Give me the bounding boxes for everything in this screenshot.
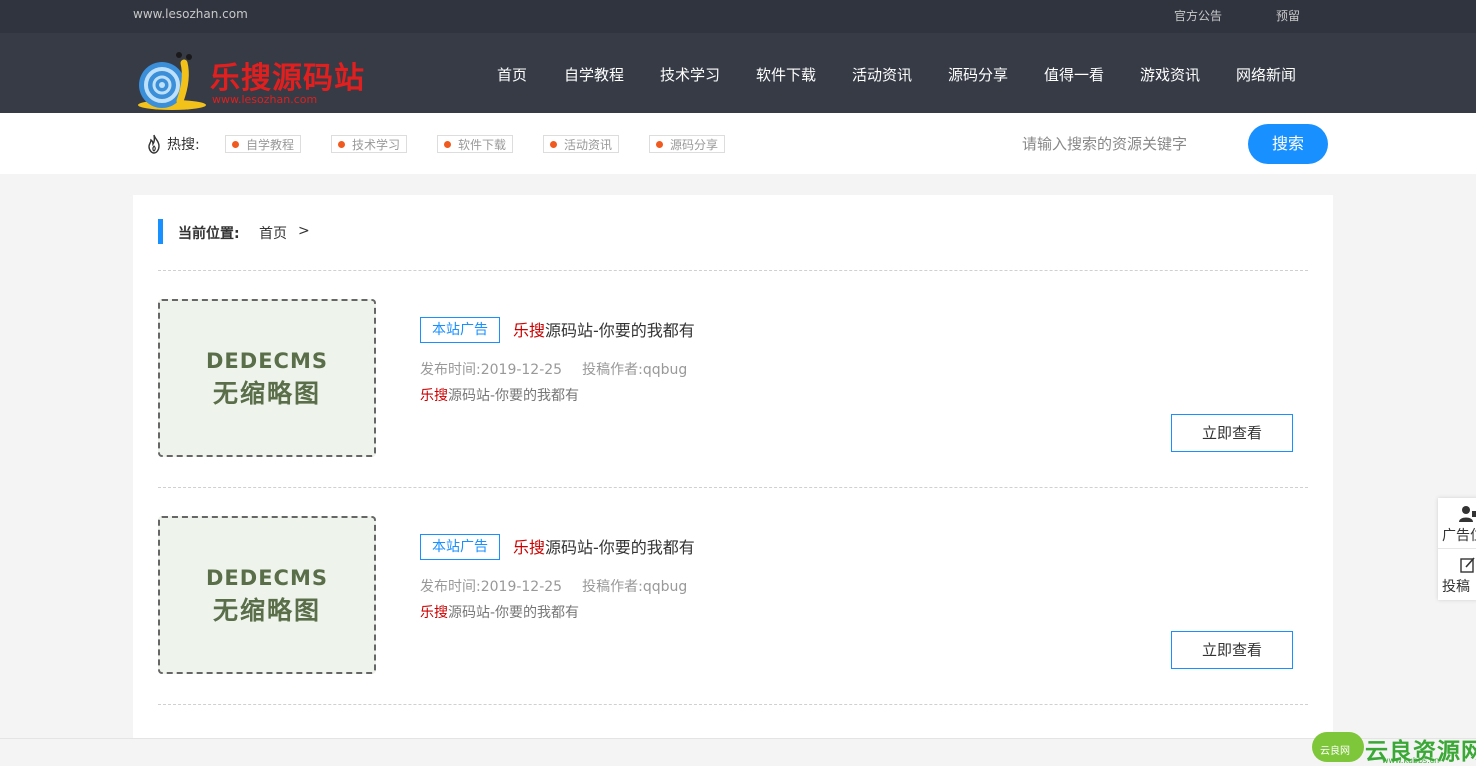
article-title-rest: 源码站-你要的我都有 [545,321,695,340]
breadcrumb-separator: > [298,223,310,239]
edit-icon [1460,557,1475,573]
search-input[interactable] [1020,128,1234,160]
tag-dot-icon [232,141,239,148]
article-description: 乐搜源码站-你要的我都有 [420,385,579,405]
thumbnail-line2: 无缩略图 [212,379,321,408]
floating-side-panel: 广告位 投稿 [1438,498,1476,600]
topbar-link-reserved[interactable]: 预留 [1276,7,1300,24]
search-button[interactable]: 搜索 [1248,124,1328,164]
hot-tag-label: 软件下载 [458,138,507,152]
article-description: 乐搜源码站-你要的我都有 [420,602,579,622]
breadcrumb-accent [158,219,163,244]
article-meta: 发布时间:2019-12-25 投稿作者:qqbug [420,359,687,379]
hot-search-label: 热搜: [167,137,200,153]
desc-rest: 源码站-你要的我都有 [448,605,580,621]
article-title[interactable]: 乐搜源码站-你要的我都有 [513,317,695,341]
hot-tag[interactable]: 技术学习 [331,135,407,153]
author-name: qqbug [642,362,688,378]
hot-tag-label: 源码分享 [670,138,719,152]
bottom-strip [0,738,1476,765]
snail-logo-icon [138,52,206,110]
view-now-button[interactable]: 立即查看 [1171,631,1293,669]
article-title-rest: 源码站-你要的我都有 [545,538,695,557]
header: 乐搜源码站 www.lesozhan.com 首页 自学教程 技术学习 软件下载… [0,33,1476,113]
article-title-red: 乐搜 [513,538,546,557]
author-name: qqbug [642,579,688,595]
hot-tag[interactable]: 软件下载 [437,135,513,153]
nav-item-source[interactable]: 源码分享 [948,64,1008,85]
float-submit-button[interactable]: 投稿 [1438,549,1476,599]
article-item: DEDECMS 无缩略图 本站广告 乐搜源码站-你要的我都有 发布时间:2019… [133,270,1333,487]
hot-tag[interactable]: 自学教程 [225,135,301,153]
hot-search-bar: 热搜: 自学教程 技术学习 软件下载 活动资讯 源码分享 搜索 [0,113,1476,174]
thumbnail-line1: DEDECMS [206,566,328,590]
top-bar: www.lesozhan.com 官方公告 预留 [0,0,1476,33]
logo-subtext: www.lesozhan.com [212,93,318,106]
desc-red: 乐搜 [420,605,448,621]
publish-label: 发布时间: [420,362,481,378]
article-thumbnail[interactable]: DEDECMS 无缩略图 [158,516,376,674]
site-url[interactable]: www.lesozhan.com [133,7,248,21]
float-submit-label: 投稿 [1442,579,1470,595]
nav-item-news[interactable]: 网络新闻 [1236,64,1296,85]
watermark-small-text: 云良网 [1320,746,1350,757]
author-label: 投稿作者: [582,579,643,595]
publish-date: 2019-12-25 [480,579,563,595]
divider [158,704,1308,705]
hot-tag[interactable]: 源码分享 [649,135,725,153]
desc-red: 乐搜 [420,388,448,404]
float-ad-button[interactable]: 广告位 [1438,498,1476,548]
author-label: 投稿作者: [582,362,643,378]
article-item: DEDECMS 无缩略图 本站广告 乐搜源码站-你要的我都有 发布时间:2019… [133,487,1333,704]
tag-dot-icon [338,141,345,148]
tag-dot-icon [656,141,663,148]
article-title-red: 乐搜 [513,321,546,340]
nav-item-games[interactable]: 游戏资讯 [1140,64,1200,85]
breadcrumb-home-link[interactable]: 首页 [259,223,287,243]
tag-dot-icon [550,141,557,148]
fire-icon [148,134,160,154]
main-content: 当前位置: 首页 > DEDECMS 无缩略图 本站广告 乐搜源码站-你要的我都… [133,195,1333,738]
hot-tag[interactable]: 活动资讯 [543,135,619,153]
tag-dot-icon [444,141,451,148]
thumbnail-line2: 无缩略图 [212,596,321,625]
nav-item-software[interactable]: 软件下载 [756,64,816,85]
hot-tag-label: 自学教程 [246,138,295,152]
ad-badge: 本站广告 [420,534,500,560]
hot-tag-label: 活动资讯 [564,138,613,152]
breadcrumb-label: 当前位置: [178,226,240,242]
publish-date: 2019-12-25 [480,362,563,378]
nav-item-tech[interactable]: 技术学习 [660,64,720,85]
nav-item-worth[interactable]: 值得一看 [1044,64,1104,85]
topbar-link-announcement[interactable]: 官方公告 [1174,7,1222,24]
thumbnail-line1: DEDECMS [206,349,328,373]
watermark: 云良网 云良资源网 www.kubbs.cn [1312,730,1476,765]
nav-item-tutorials[interactable]: 自学教程 [564,64,624,85]
logo-text: 乐搜源码站 [210,61,365,96]
article-thumbnail[interactable]: DEDECMS 无缩略图 [158,299,376,457]
view-now-button[interactable]: 立即查看 [1171,414,1293,452]
hot-tag-label: 技术学习 [352,138,401,152]
article-title[interactable]: 乐搜源码站-你要的我都有 [513,534,695,558]
user-icon [1459,506,1476,522]
nav-item-home[interactable]: 首页 [497,64,527,85]
article-meta: 发布时间:2019-12-25 投稿作者:qqbug [420,576,687,596]
nav-item-events[interactable]: 活动资讯 [852,64,912,85]
ad-badge: 本站广告 [420,317,500,343]
publish-label: 发布时间: [420,579,481,595]
desc-rest: 源码站-你要的我都有 [448,388,580,404]
logo[interactable]: 乐搜源码站 www.lesozhan.com [136,49,376,111]
float-ad-label: 广告位 [1442,528,1476,544]
